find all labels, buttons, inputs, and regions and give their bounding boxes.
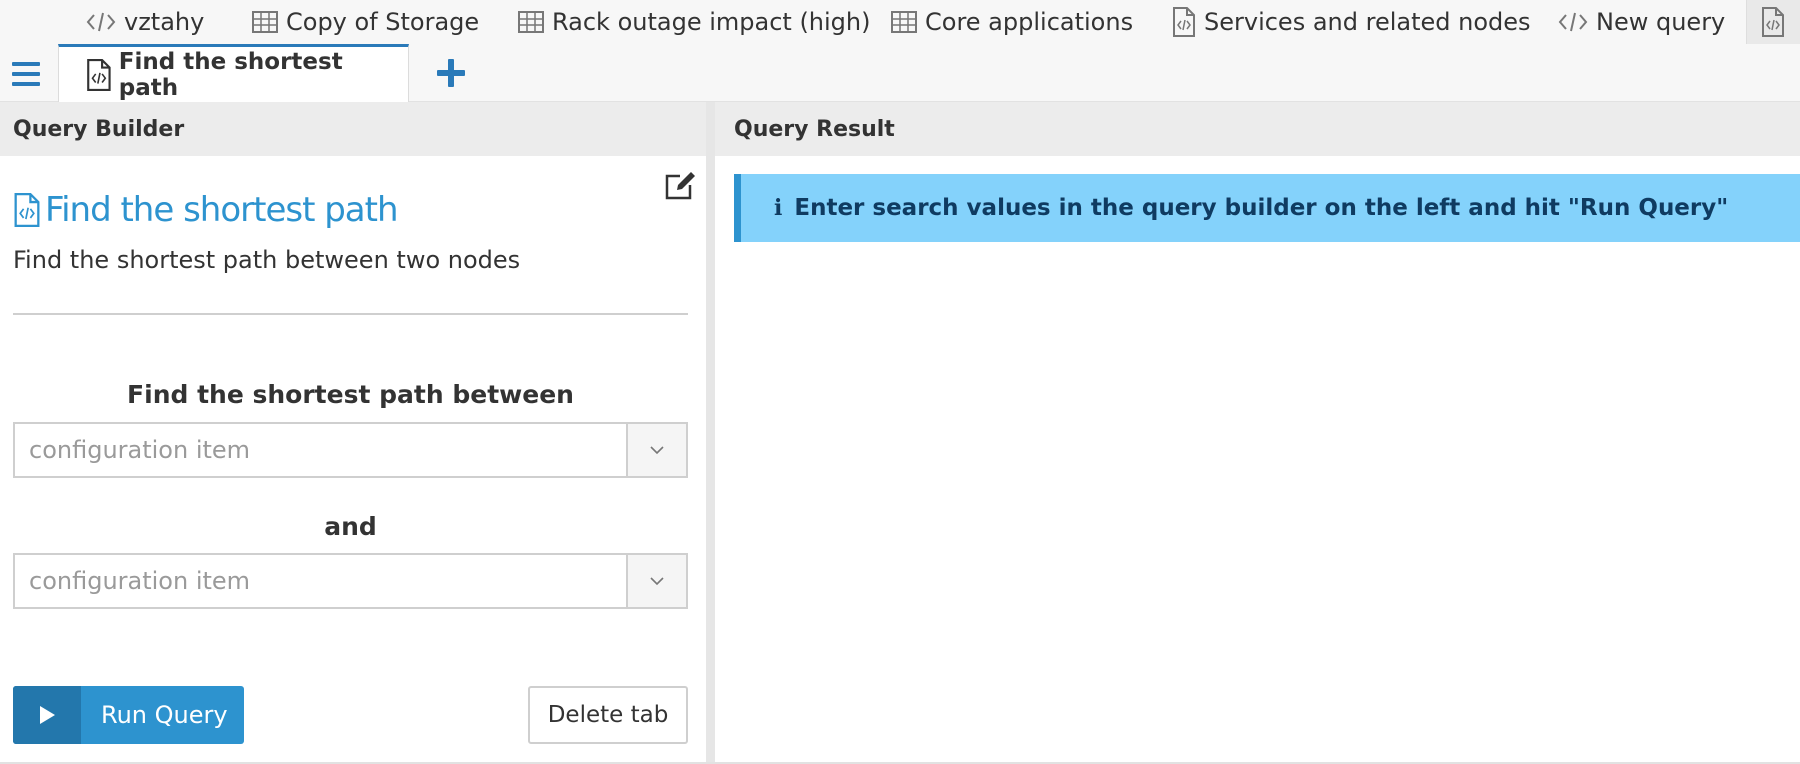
table-icon [252, 11, 278, 33]
saved-query-label: Core applications [925, 8, 1134, 36]
saved-query-overflow[interactable] [1746, 0, 1800, 44]
query-title: Find the shortest path [45, 190, 399, 230]
info-message: Enter search values in the query builder… [794, 195, 1729, 221]
code-file-icon [1173, 7, 1195, 37]
run-query-label: Run Query [101, 701, 228, 729]
hamburger-menu-icon[interactable] [12, 62, 42, 86]
add-tab-button[interactable] [436, 58, 466, 88]
code-icon [1558, 12, 1588, 32]
query-title-link[interactable]: Find the shortest path [13, 190, 399, 230]
query-result-header: Query Result [715, 102, 1800, 156]
code-icon [86, 12, 116, 32]
end-node-input[interactable] [15, 555, 626, 607]
tab-bar: Find the shortest path [0, 44, 1800, 102]
panel-splitter[interactable] [706, 102, 715, 764]
saved-queries-bar: vztahy Copy of Storage Rack outage impac… [0, 0, 1800, 44]
table-icon [518, 11, 544, 33]
info-banner: i Enter search values in the query build… [734, 174, 1800, 242]
saved-query-vztahy[interactable]: vztahy [86, 0, 204, 44]
table-icon [891, 11, 917, 33]
code-file-icon [1762, 7, 1784, 37]
between-label: Find the shortest path between [127, 380, 574, 409]
end-node-select[interactable] [13, 553, 688, 609]
tab-find-the-shortest-path[interactable]: Find the shortest path [58, 44, 409, 102]
query-description: Find the shortest path between two nodes [13, 246, 521, 274]
chevron-down-icon[interactable] [626, 555, 686, 607]
code-file-icon [87, 58, 111, 91]
chevron-down-icon[interactable] [626, 424, 686, 476]
saved-query-label: Rack outage impact (high) [552, 8, 871, 36]
tab-label: Find the shortest path [118, 48, 343, 101]
start-node-select[interactable] [13, 422, 688, 478]
code-file-icon [14, 193, 40, 227]
delete-tab-button[interactable]: Delete tab [528, 686, 688, 744]
saved-query-label: vztahy [124, 8, 205, 36]
info-icon: i [774, 195, 783, 221]
edit-icon[interactable] [664, 168, 698, 202]
divider [13, 313, 688, 315]
query-result-panel: i Enter search values in the query build… [715, 156, 1800, 764]
play-icon [13, 686, 81, 744]
saved-query-label: Services and related nodes [1204, 8, 1531, 36]
and-label: and [324, 512, 377, 541]
saved-query-copy-of-storage[interactable]: Copy of Storage [252, 0, 479, 44]
saved-query-label: Copy of Storage [286, 8, 480, 36]
run-query-button[interactable]: Run Query [13, 686, 244, 744]
saved-query-new-query[interactable]: New query [1558, 0, 1725, 44]
saved-query-services-and-related-nodes[interactable]: Services and related nodes [1172, 0, 1531, 44]
query-builder-panel: Find the shortest path Find the shortest… [0, 156, 706, 764]
saved-query-core-applications[interactable]: Core applications [891, 0, 1133, 44]
start-node-input[interactable] [15, 424, 626, 476]
saved-query-label: New query [1596, 8, 1726, 36]
query-builder-header: Query Builder [0, 102, 706, 156]
saved-query-rack-outage-impact[interactable]: Rack outage impact (high) [518, 0, 871, 44]
